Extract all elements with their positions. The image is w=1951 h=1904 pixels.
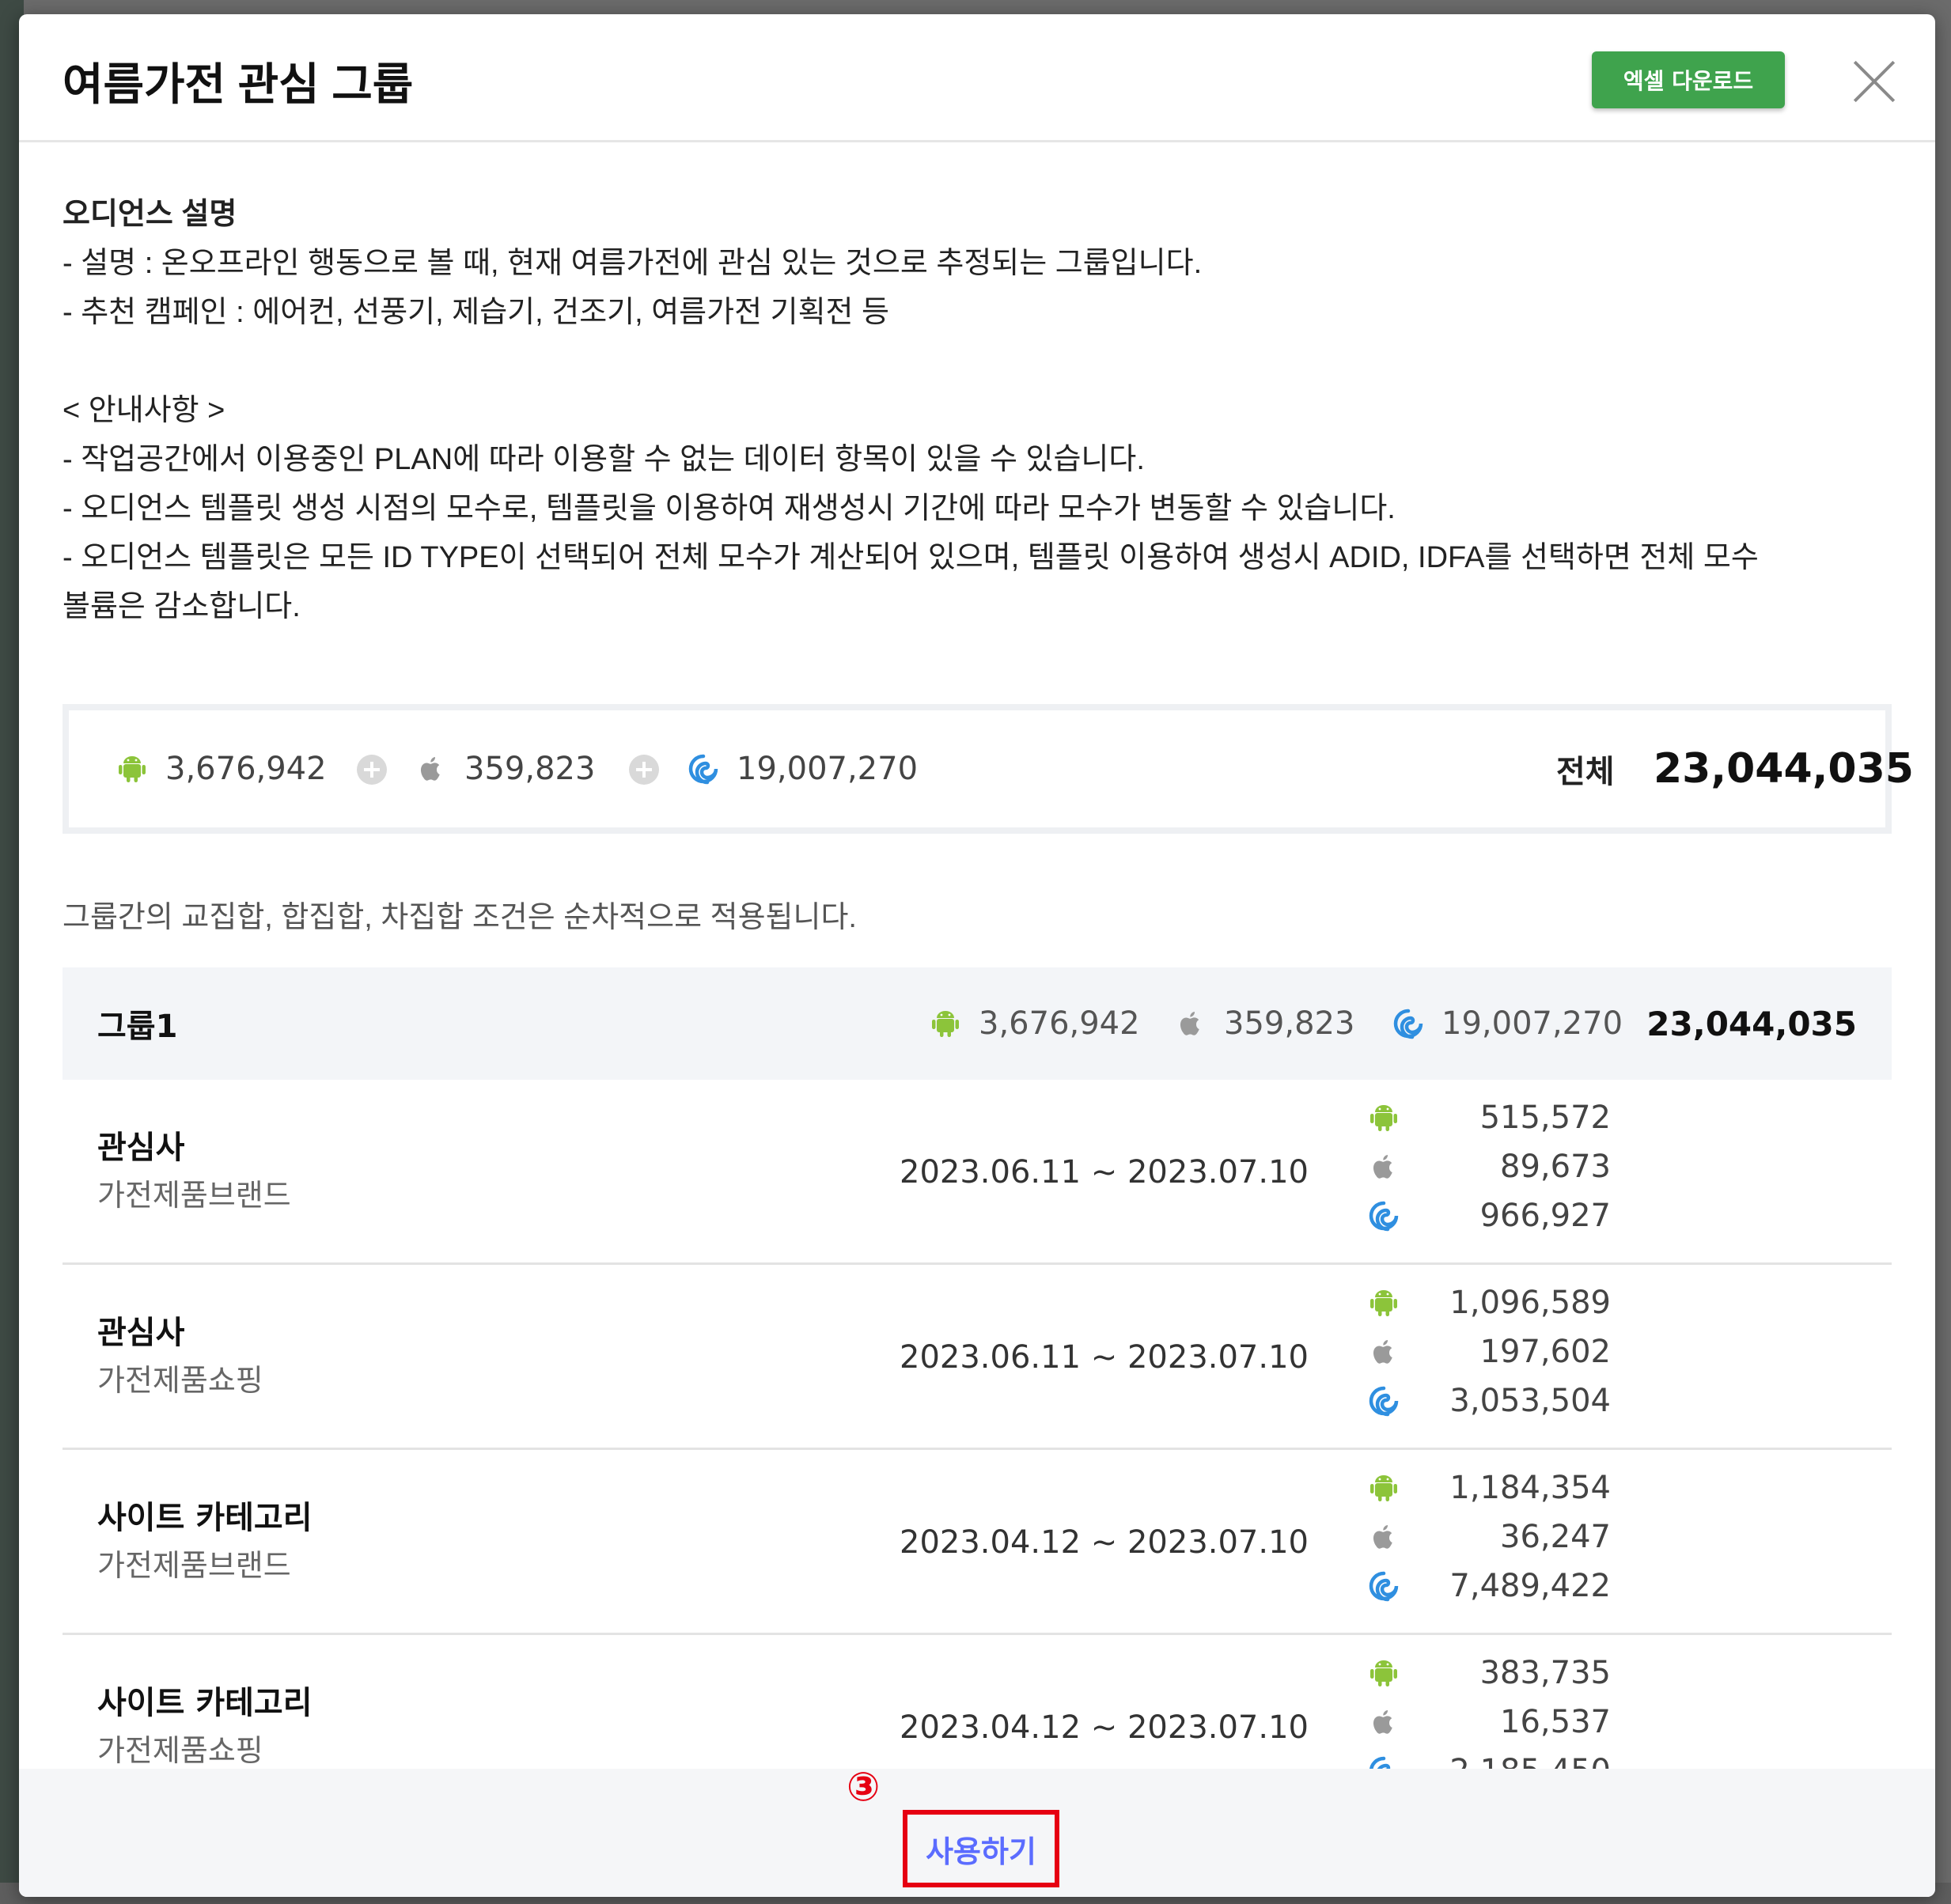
condition-subtitle: 가전제품브랜드 [97,1178,291,1213]
condition-ios-count: 36,247 [1500,1519,1611,1555]
use-button[interactable]: 사용하기 [903,1810,1059,1887]
notice-line: - 오디언스 템플릿은 모든 ID TYPE이 선택되어 전체 모수가 계산되어… [63,541,1759,574]
summary-ios-count: 359,823 [464,751,596,787]
condition-title: 관심사 [97,1130,185,1166]
group-other-count: 19,007,270 [1441,1005,1623,1042]
condition-other-count: 966,927 [1479,1198,1611,1234]
summary-other-count: 19,007,270 [737,751,919,787]
group-ios-count: 359,823 [1224,1005,1355,1042]
apple-icon [1175,1008,1207,1039]
condition-date-range: 2023.04.12 ~ 2023.07.10 [900,1709,1309,1746]
group-header: 그룹1 3,676,942 359,823 19,007,270 23,044,… [63,967,1892,1080]
notice-heading: < 안내사항 > [63,394,225,427]
notice-line: - 오디언스 템플릿 생성 시점의 모수로, 템플릿을 이용하여 재생성시 기간… [63,492,1396,525]
condition-ios-count: 16,537 [1500,1704,1611,1740]
excel-download-button[interactable]: 엑셀 다운로드 [1592,51,1785,108]
condition-ios-count: 197,602 [1479,1334,1611,1370]
plus-circle-icon [357,755,387,785]
group-ios: 359,823 [1175,967,1354,1080]
condition-row: 사이트 카테고리 가전제품쇼핑 2023.04.12 ~ 2023.07.10 … [63,1635,1892,1786]
condition-subtitle: 가전제품쇼핑 [97,1363,263,1398]
group-name: 그룹1 [97,1009,178,1045]
group-total: 23,044,035 [1646,1004,1857,1043]
condition-date-range: 2023.06.11 ~ 2023.07.10 [900,1154,1309,1190]
summary-android-count: 3,676,942 [165,751,327,787]
summary-total: 23,044,035 [1654,745,1914,793]
condition-title: 관심사 [97,1315,185,1351]
group-android: 3,676,942 [930,967,1140,1080]
recommended-campaign-line: - 추천 캠페인 : 에어컨, 선풍기, 제습기, 건조기, 여름가전 기획전 … [63,296,890,329]
audience-template-modal: 여름가전 관심 그룹 엑셀 다운로드 오디언스 설명 - 설명 : 온오프라인 … [19,14,1935,1897]
group-android-count: 3,676,942 [979,1005,1140,1042]
description-heading: 오디언스 설명 [63,198,237,231]
condition-subtitle: 가전제품브랜드 [97,1548,291,1583]
group-other: 19,007,270 [1392,967,1623,1080]
spiral-id-icon [688,753,719,785]
audience-description: 오디언스 설명 - 설명 : 온오프라인 행동으로 볼 때, 현재 여름가전에 … [63,190,1898,631]
condition-row: 사이트 카테고리 가전제품브랜드 2023.04.12 ~ 2023.07.10… [63,1450,1892,1635]
condition-android-count: 383,735 [1479,1655,1611,1691]
condition-android-count: 1,184,354 [1449,1470,1611,1506]
condition-title: 사이트 카테고리 [97,1685,313,1721]
close-icon[interactable] [1847,54,1902,109]
summary-android: 3,676,942 [116,710,327,827]
condition-title: 사이트 카테고리 [97,1500,313,1536]
condition-ios-count: 89,673 [1500,1149,1611,1185]
condition-other-count: 7,489,422 [1449,1568,1611,1604]
condition-date-range: 2023.06.11 ~ 2023.07.10 [900,1339,1309,1376]
description-line: - 설명 : 온오프라인 행동으로 볼 때, 현재 여름가전에 관심 있는 것으… [63,247,1203,280]
set-operation-note: 그룹간의 교집합, 합집합, 차집합 조건은 순차적으로 적용됩니다. [63,901,857,934]
condition-android-count: 1,096,589 [1449,1285,1611,1321]
summary-total-label: 전체 [1556,754,1615,790]
step-marker: ③ [847,1764,881,1810]
condition-date-range: 2023.04.12 ~ 2023.07.10 [900,1524,1309,1561]
modal-title: 여름가전 관심 그룹 [63,59,414,109]
group-list[interactable]: 그룹1 3,676,942 359,823 19,007,270 23,044,… [63,967,1892,1786]
condition-other-count: 3,053,504 [1449,1383,1611,1419]
notice-line: - 작업공간에서 이용중인 PLAN에 따라 이용할 수 없는 데이터 항목이 … [63,443,1145,476]
condition-subtitle: 가전제품쇼핑 [97,1733,263,1768]
modal-header: 여름가전 관심 그룹 엑셀 다운로드 [19,14,1935,142]
condition-row: 관심사 가전제품쇼핑 2023.06.11 ~ 2023.07.10 1,096… [63,1265,1892,1450]
plus-circle-icon [629,755,659,785]
modal-footer: 사용하기 [19,1769,1935,1897]
spiral-id-icon [1392,1008,1424,1039]
apple-icon [415,753,447,785]
notice-line: 볼륨은 감소합니다. [63,590,301,623]
summary-other: 19,007,270 [688,710,918,827]
summary-ios: 359,823 [415,710,595,827]
audience-summary: 3,676,942 359,823 19,007,270 전체 23,044,0… [63,704,1914,834]
android-icon [116,753,148,785]
condition-row: 관심사 가전제품브랜드 2023.06.11 ~ 2023.07.10 515,… [63,1080,1892,1265]
android-icon [930,1008,961,1039]
condition-android-count: 515,572 [1479,1100,1611,1136]
